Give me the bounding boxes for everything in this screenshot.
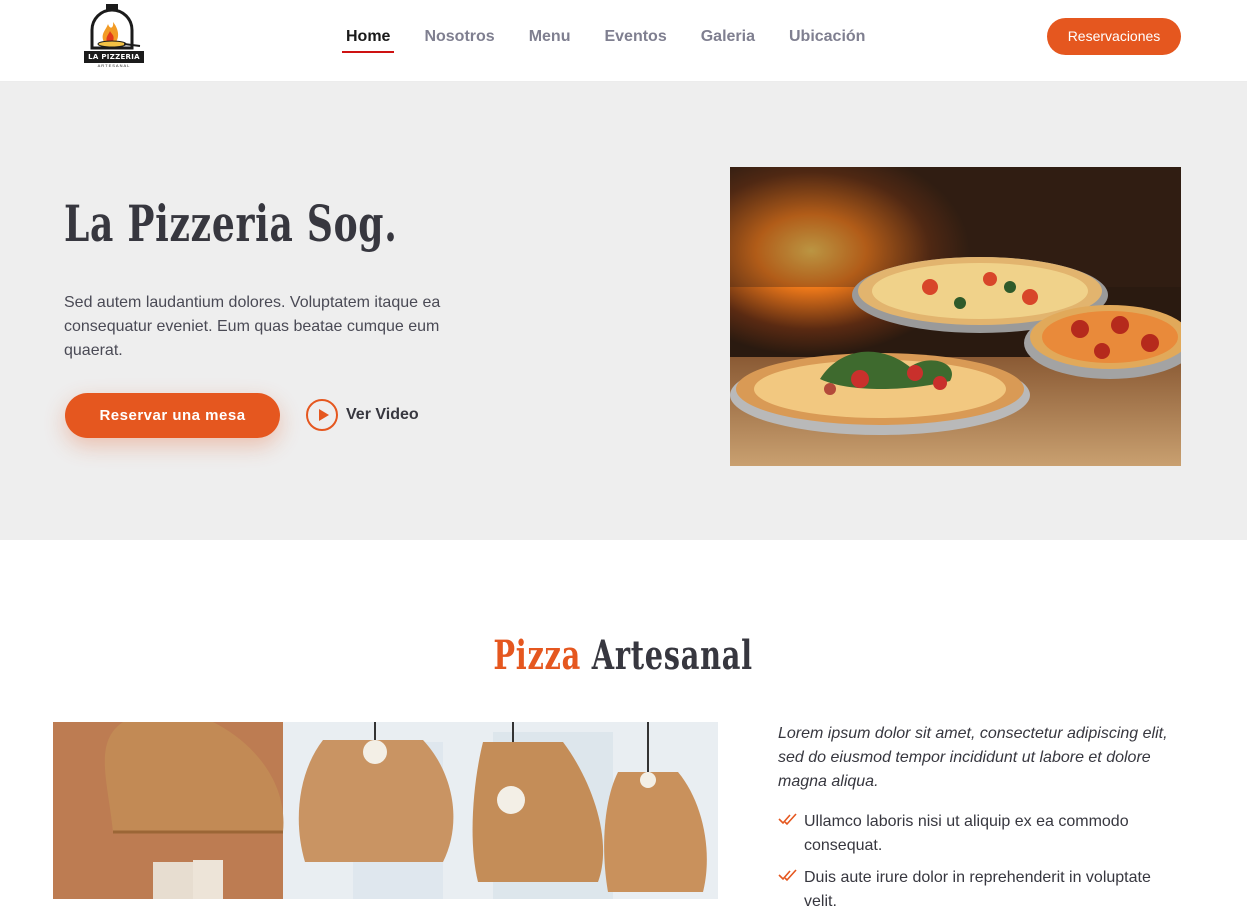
section-title-accent: Pizza bbox=[493, 632, 582, 679]
nav-nosotros[interactable]: Nosotros bbox=[424, 27, 494, 55]
book-table-button[interactable]: Reservar una mesa bbox=[65, 393, 280, 438]
main-nav: Home Nosotros Menu Eventos Galeria Ubica… bbox=[341, 27, 899, 57]
hero-pizza-image bbox=[730, 167, 1181, 466]
double-check-icon bbox=[778, 813, 797, 826]
nav-home[interactable]: Home bbox=[341, 27, 395, 55]
about-bullet-list: Ullamco laboris nisi ut aliquip ex ea co… bbox=[778, 810, 1188, 922]
nav-galeria[interactable]: Galeria bbox=[701, 27, 755, 55]
hero-description: Sed autem laudantium dolores. Voluptatem… bbox=[64, 294, 441, 359]
logo-subtext: ARTESANAL bbox=[97, 63, 131, 68]
list-item: Duis aute irure dolor in reprehenderit i… bbox=[778, 866, 1188, 914]
nav-ubicacion[interactable]: Ubicación bbox=[789, 27, 865, 55]
pizza-oven-logo-icon bbox=[90, 4, 141, 50]
hero-section: La Pizzeria Sog. Sed autem laudantium do… bbox=[0, 82, 1247, 540]
nav-eventos[interactable]: Eventos bbox=[604, 27, 666, 55]
play-circle-icon[interactable] bbox=[306, 399, 338, 431]
watch-video-link[interactable]: Ver Video bbox=[306, 399, 419, 431]
nav-menu[interactable]: Menu bbox=[529, 27, 571, 55]
hero-title: La Pizzeria Sog. bbox=[64, 194, 398, 253]
reservations-button[interactable]: Reservaciones bbox=[1047, 18, 1181, 55]
logo[interactable]: LA PIZZERIA ARTESANAL bbox=[84, 4, 144, 70]
watch-video-label: Ver Video bbox=[346, 406, 419, 423]
list-item: Ullamco laboris nisi ut aliquip ex ea co… bbox=[778, 810, 1188, 858]
restaurant-interior-image bbox=[53, 722, 718, 899]
double-check-icon bbox=[778, 869, 797, 882]
wicker-lamps-photo bbox=[53, 722, 718, 899]
list-item-text: Ullamco laboris nisi ut aliquip ex ea co… bbox=[804, 813, 1129, 854]
section-title: Pizza Artesanal bbox=[0, 632, 1247, 679]
list-item-text: Duis aute irure dolor in reprehenderit i… bbox=[804, 869, 1151, 910]
site-header: LA PIZZERIA ARTESANAL Home Nosotros Menu… bbox=[0, 0, 1247, 82]
pizza-photo bbox=[730, 167, 1181, 466]
logo-text: LA PIZZERIA bbox=[84, 51, 144, 63]
about-lead-text: Lorem ipsum dolor sit amet, consectetur … bbox=[778, 725, 1168, 790]
section-title-rest: Artesanal bbox=[592, 632, 754, 679]
